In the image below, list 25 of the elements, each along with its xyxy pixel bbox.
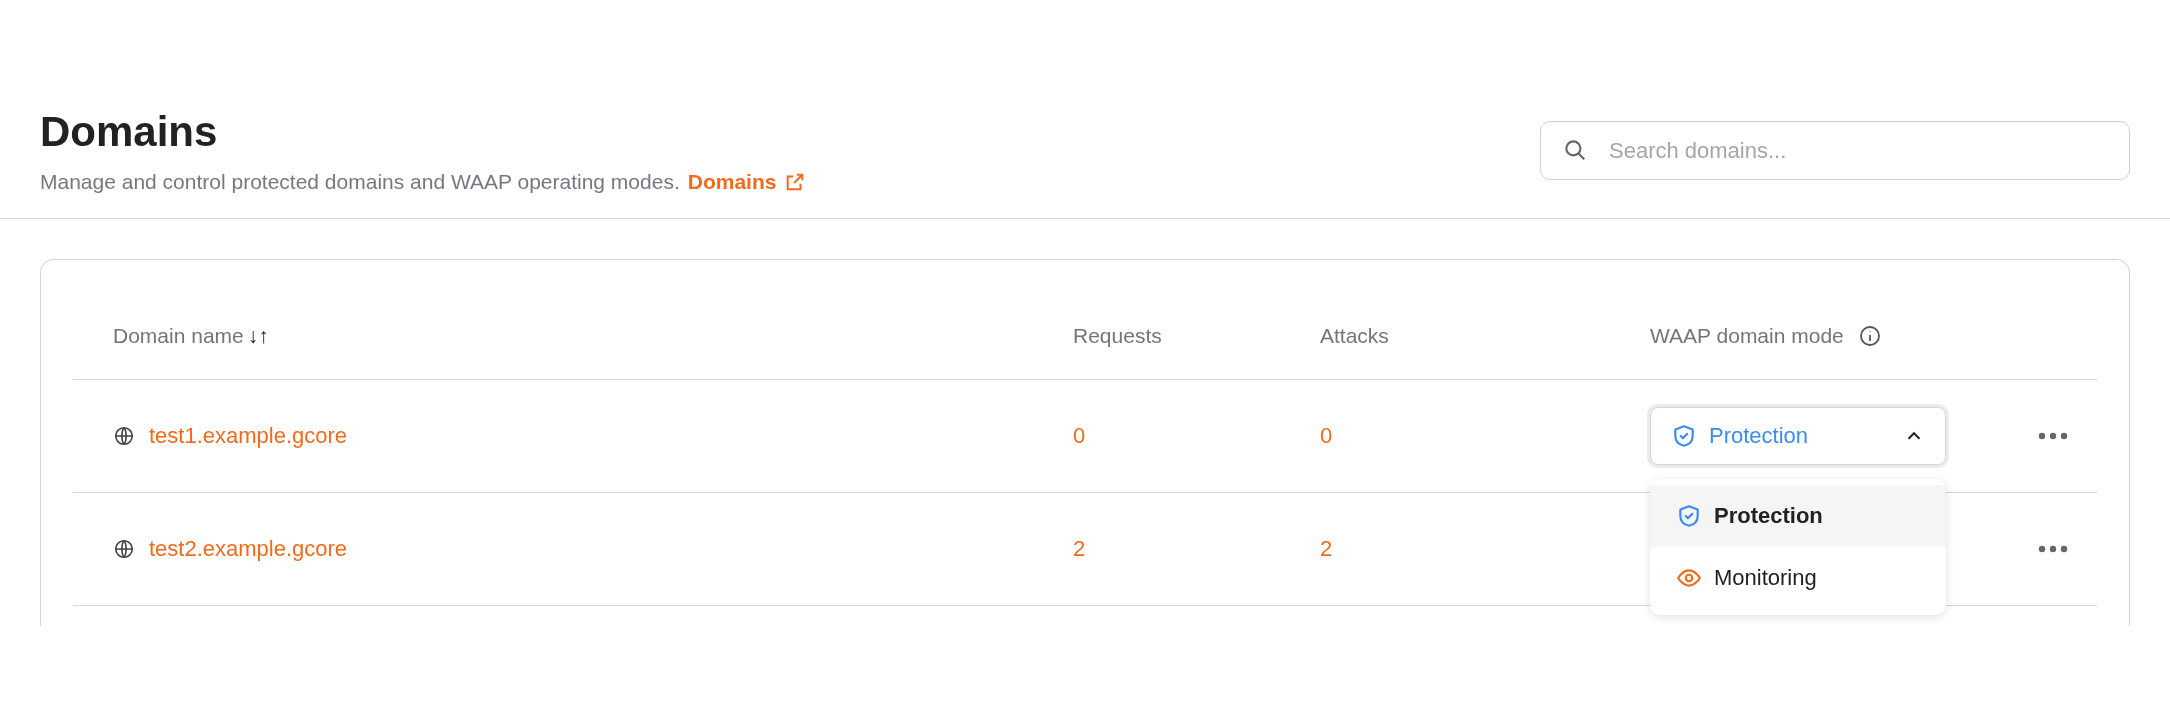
column-header: Requests (1073, 323, 1162, 350)
more-icon (2038, 544, 2068, 553)
page-description: Manage and control protected domains and WAAP operating modes. (40, 169, 680, 195)
attacks-count: 2 (1320, 536, 1333, 561)
requests-count: 2 (1073, 536, 1086, 561)
mode-option[interactable]: Protection (1650, 484, 1946, 547)
page-title: Domains (40, 108, 219, 156)
globe-icon (113, 424, 135, 447)
shield-check-icon (1671, 422, 1697, 449)
search-icon (1562, 137, 1588, 163)
column-header: Attacks (1320, 323, 1389, 350)
attacks-count: 0 (1320, 423, 1333, 448)
globe-icon (113, 537, 135, 560)
mode-select[interactable]: Protection (1650, 406, 1946, 465)
domain-link[interactable]: test2.example.gcore (149, 532, 348, 565)
column-header: WAAP domain mode (1650, 323, 1844, 350)
sort-arrows[interactable]: ↓↑ (247, 320, 269, 352)
column-header[interactable]: Domain name (113, 320, 244, 352)
domains-docs-link[interactable]: Domains (687, 166, 807, 198)
search-field[interactable]: Search domains... (1540, 121, 2130, 180)
requests-count: 0 (1073, 423, 1086, 448)
shield-check-icon (1676, 502, 1702, 529)
domain-link[interactable]: test1.example.gcore (149, 419, 348, 452)
more-icon (2038, 431, 2068, 440)
mode-option[interactable]: Monitoring (1650, 546, 1946, 609)
